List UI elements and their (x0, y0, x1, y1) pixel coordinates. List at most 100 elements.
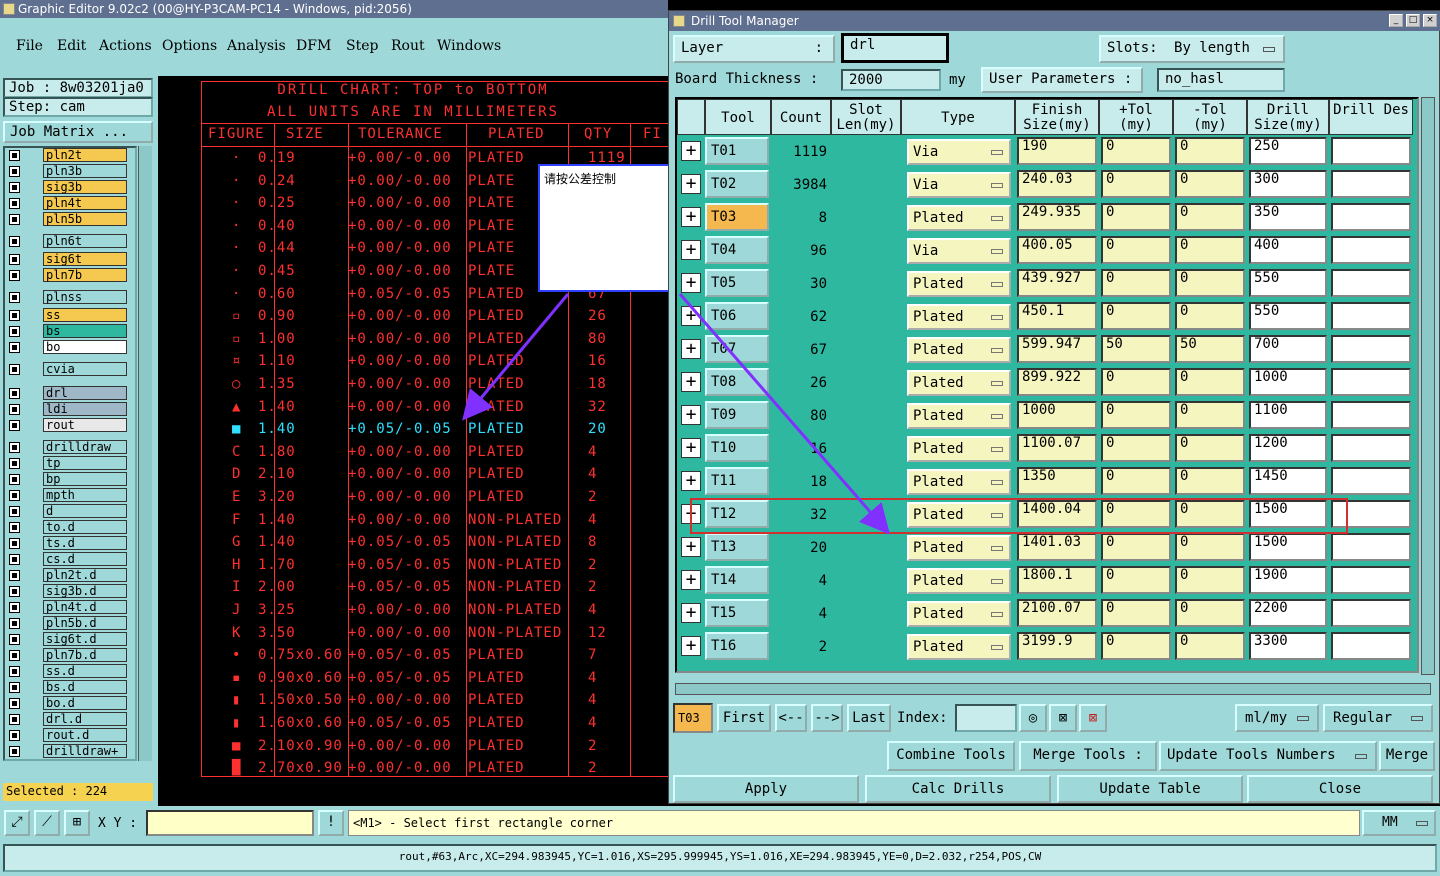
layer-row[interactable]: plnss (7, 290, 127, 305)
drill-des-input[interactable] (1331, 467, 1411, 495)
finish-size-input[interactable]: 450.1 (1017, 302, 1097, 330)
tool-type-select[interactable]: Plated (907, 601, 1011, 627)
layer-checkbox[interactable] (9, 634, 20, 645)
layer-row[interactable]: pln2t.d (7, 568, 127, 583)
minimize-icon[interactable]: _ (1389, 14, 1403, 27)
tool-type-select[interactable]: Plated (907, 271, 1011, 297)
job-matrix-button[interactable]: Job Matrix ... (3, 121, 153, 143)
minus-tol-input[interactable]: 50 (1175, 335, 1245, 363)
finish-size-input[interactable]: 1000 (1017, 401, 1097, 429)
drill-size-input[interactable]: 1900 (1249, 566, 1327, 594)
layer-row[interactable]: bo.d (7, 696, 127, 711)
layer-checkbox[interactable] (9, 182, 20, 193)
plus-tol-input[interactable]: 0 (1101, 401, 1171, 429)
layer-name[interactable]: bs (43, 324, 127, 338)
tool-type-select[interactable]: Plated (907, 205, 1011, 231)
minus-tol-input[interactable]: 0 (1175, 368, 1245, 396)
layer-checkbox[interactable] (9, 270, 20, 281)
drill-size-input[interactable]: 1200 (1249, 434, 1327, 462)
tool-button[interactable]: T15 (705, 599, 769, 627)
layer-row[interactable]: bs.d (7, 680, 127, 695)
layer-row[interactable]: ldi (7, 402, 127, 417)
layer-checkbox[interactable] (9, 388, 20, 399)
finish-size-input[interactable]: 190 (1017, 137, 1097, 165)
drill-size-input[interactable]: 2200 (1249, 599, 1327, 627)
layer-row[interactable]: rout.d (7, 728, 127, 743)
minus-tol-input[interactable]: 0 (1175, 599, 1245, 627)
layer-row[interactable]: mpth (7, 488, 127, 503)
layer-name[interactable]: bo.d (43, 696, 127, 710)
expand-row-icon[interactable]: + (681, 207, 701, 227)
drill-des-input[interactable] (1331, 269, 1411, 297)
delete-icon[interactable]: ⊠ (1079, 704, 1107, 732)
drill-des-input[interactable] (1331, 236, 1411, 264)
layer-checkbox[interactable] (9, 150, 20, 161)
tool-button[interactable]: T09 (705, 401, 769, 429)
measure-icon[interactable]: ⟋ (34, 810, 60, 836)
tool-button[interactable]: T01 (705, 137, 769, 165)
plus-tol-input[interactable]: 0 (1101, 269, 1171, 297)
menu-windows[interactable]: Windows (437, 38, 501, 54)
layer-checkbox[interactable] (9, 404, 20, 415)
drill-size-input[interactable]: 1450 (1249, 467, 1327, 495)
plus-tol-input[interactable]: 0 (1101, 236, 1171, 264)
tool-type-select[interactable]: Plated (907, 337, 1011, 363)
tool-type-select[interactable]: Plated (907, 403, 1011, 429)
layer-name[interactable]: pln3b (43, 164, 127, 178)
layer-name[interactable]: sig6t (43, 252, 127, 266)
last-button[interactable]: Last (847, 704, 891, 732)
layer-row[interactable]: ss.d (7, 664, 127, 679)
expand-row-icon[interactable]: + (681, 372, 701, 392)
layer-checkbox[interactable] (9, 474, 20, 485)
layer-row[interactable]: drilldraw+ (7, 744, 127, 759)
first-button[interactable]: First (717, 704, 771, 732)
layer-checkbox[interactable] (9, 342, 20, 353)
layer-name[interactable]: pln5b.d (43, 616, 127, 630)
close-button[interactable]: Close (1247, 775, 1433, 803)
layer-row[interactable]: pln5b.d (7, 616, 127, 631)
drill-size-input[interactable]: 550 (1249, 269, 1327, 297)
finish-size-input[interactable]: 240.03 (1017, 170, 1097, 198)
minus-tol-input[interactable]: 0 (1175, 137, 1245, 165)
layer-row[interactable]: sig3b.d (7, 584, 127, 599)
layer-checkbox[interactable] (9, 198, 20, 209)
layer-name[interactable]: ts.d (43, 536, 127, 550)
tool-button[interactable]: T10 (705, 434, 769, 462)
layer-row[interactable]: tp (7, 456, 127, 471)
layer-name[interactable]: sig3b.d (43, 584, 127, 598)
next-button[interactable]: --> (811, 704, 843, 732)
plus-tol-input[interactable]: 0 (1101, 170, 1171, 198)
expand-row-icon[interactable]: + (681, 141, 701, 161)
layer-checkbox[interactable] (9, 730, 20, 741)
layer-row[interactable]: to.d (7, 520, 127, 535)
prev-button[interactable]: <-- (775, 704, 807, 732)
layer-name[interactable]: sig6t.d (43, 632, 127, 646)
minus-tol-input[interactable]: 0 (1175, 236, 1245, 264)
expand-row-icon[interactable]: + (681, 240, 701, 260)
layer-name[interactable]: drilldraw (43, 440, 127, 454)
layer-row[interactable]: cs.d (7, 552, 127, 567)
apply-button[interactable]: Apply (673, 775, 859, 803)
menu-options[interactable]: Options (162, 38, 217, 54)
drill-des-input[interactable] (1331, 533, 1411, 561)
merge-button[interactable]: Merge (1379, 741, 1435, 771)
layer-name[interactable]: bp (43, 472, 127, 486)
drill-size-input[interactable]: 1500 (1249, 533, 1327, 561)
info-icon[interactable]: ! (318, 810, 344, 836)
drill-des-input[interactable] (1331, 632, 1411, 660)
plus-tol-input[interactable]: 0 (1101, 368, 1171, 396)
layer-row[interactable]: pln4t (7, 196, 127, 211)
finish-size-input[interactable]: 2100.07 (1017, 599, 1097, 627)
layer-row[interactable]: cvia (7, 362, 127, 377)
finish-size-input[interactable]: 899.922 (1017, 368, 1097, 396)
tool-button[interactable]: T02 (705, 170, 769, 198)
minus-tol-input[interactable]: 0 (1175, 632, 1245, 660)
plus-tol-input[interactable]: 0 (1101, 632, 1171, 660)
tool-button[interactable]: T16 (705, 632, 769, 660)
drill-des-input[interactable] (1331, 302, 1411, 330)
update-tools-numbers-dropdown[interactable]: Update Tools Numbers (1159, 741, 1377, 771)
menu-step[interactable]: Step (346, 38, 378, 54)
layer-row[interactable]: d (7, 504, 127, 519)
plus-tol-input[interactable]: 0 (1101, 533, 1171, 561)
board-thickness-input[interactable]: 2000 (841, 69, 941, 91)
